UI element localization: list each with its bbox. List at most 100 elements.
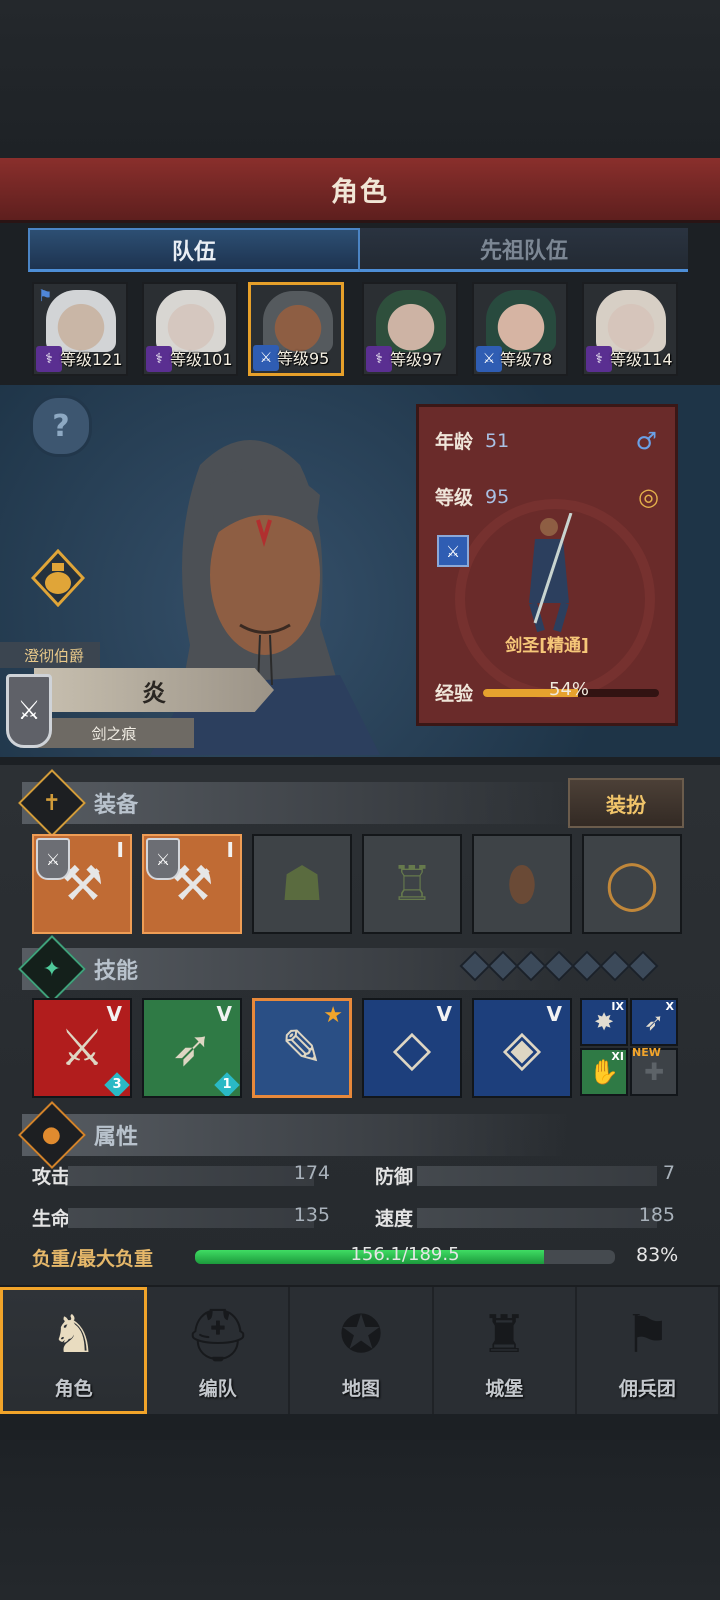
bottom-background [0,1440,720,1600]
skill-tier: V [106,1002,122,1026]
attack-value: 174 [293,1162,330,1184]
ring-icon[interactable]: ◎ [638,483,659,511]
star-icon: ★ [323,1003,343,1028]
skill-tier: X [665,1000,674,1013]
hp-label: 生命 [32,1208,71,1230]
staff-icon: ⚕ [146,346,172,372]
nav-mercenary[interactable]: ⚑ 佣兵团 [577,1287,720,1414]
leader-flag-icon: ⚑ [38,286,53,305]
armor-icon: ♖ [390,856,434,912]
equipment-slot-6[interactable]: ◯ [582,834,682,934]
potion-button[interactable] [28,548,88,608]
skill-point-diamond [571,950,603,982]
member-level: 等级121 [60,350,123,369]
tab-team[interactable]: 队伍 [28,228,360,272]
skill-charge-count: 3 [112,1077,122,1092]
speed-track [417,1208,657,1228]
member-portrait [376,290,446,352]
ring-icon: ◯ [605,856,659,912]
helmet-icon: ⛑ [184,1305,251,1366]
party-roster: ⚑ ⚕ 等级121 ⚕ 等级101 ⚔ 等级95 ⚕ 等级97 ⚔ 等级78 ⚕ 等级114 [32,282,692,378]
bottom-nav: ♞ 角色 ⛑ 编队 ✪ 地图 ♜ 城堡 ⚑ 佣兵团 [0,1285,720,1414]
noble-title: 澄彻伯爵 [0,642,100,668]
question-icon: ? [52,408,70,444]
equipment-slot-2[interactable]: ⚒ ⚔ I [142,834,242,934]
attributes-header: ● 属性 [18,1101,572,1169]
tab-ancestor-team[interactable]: 先祖队伍 [360,228,688,272]
equipment-slot-4[interactable]: ♖ [362,834,462,934]
header-bar: 角色 [0,158,720,223]
knight-icon: ♞ [50,1305,97,1365]
class-name: 剑圣[精通] [505,636,589,656]
party-member-4[interactable]: ⚕ 等级97 [362,282,458,376]
defense-value: 7 [662,1162,675,1184]
member-level: 等级114 [610,350,673,369]
load-percent: 83% [636,1244,679,1266]
class-shield-icon: ⚔ [146,838,180,880]
party-member-5[interactable]: ⚔ 等级78 [472,282,568,376]
load-value: 156.1/189.5 [350,1244,460,1265]
class-shield-icon: ⚔ [36,838,70,880]
potion-icon [31,549,85,607]
member-portrait [156,290,226,352]
attributes-title: 属性 [94,1125,139,1150]
nav-castle[interactable]: ♜ 城堡 [434,1287,577,1414]
equipment-slot-1[interactable]: ⚒ ⚔ I [32,834,132,934]
nav-label: 角色 [54,1378,93,1400]
nav-label: 佣兵团 [618,1378,676,1400]
nav-map[interactable]: ✪ 地图 [290,1287,434,1414]
dress-up-button[interactable]: 装扮 [568,778,684,828]
speed-value: 185 [638,1204,675,1226]
equipment-slot-3[interactable]: ☗ [252,834,352,934]
equipment-title: 装备 [94,793,139,818]
skill-point-diamond [543,950,575,982]
skill-charge-count: 1 [222,1077,232,1092]
nav-character[interactable]: ♞ 角色 [0,1287,148,1414]
skill-point-diamond [599,950,631,982]
age-row: 年龄 51 [435,427,509,454]
member-level: 等级95 [277,349,330,368]
hp-value: 135 [293,1204,330,1226]
skill-tier: IX [611,1000,624,1013]
party-member-6[interactable]: ⚕ 等级114 [582,282,678,376]
top-background [0,0,720,158]
member-level: 等级78 [500,350,553,369]
party-member-2[interactable]: ⚕ 等级101 [142,282,238,376]
skill-tier: XI [611,1050,624,1063]
age-value: 51 [485,429,510,452]
sword-icon: ⚔ [476,346,502,372]
skills-title: 技能 [94,959,139,984]
member-level: 等级97 [390,350,443,369]
new-tag: NEW [632,1046,661,1059]
skill-slot-2[interactable]: ➶ V 1 [142,998,242,1098]
staff-icon: ⚕ [586,346,612,372]
skill-tier: V [546,1002,562,1026]
help-button[interactable]: ? [30,395,92,457]
skill-slot-1[interactable]: ⚔ V 3 [32,998,132,1098]
small-skill-slot-3[interactable]: ✋ XI [580,1048,628,1096]
member-portrait [263,291,333,353]
nav-formation[interactable]: ⛑ 编队 [147,1287,291,1414]
skill-charge-badge: 1 [214,1072,240,1096]
small-skill-slot-2[interactable]: ➶ X [630,998,678,1046]
skill-tier: V [436,1002,452,1026]
level-value: 95 [485,485,510,508]
exp-label: 经验 [435,683,474,705]
party-member-3[interactable]: ⚔ 等级95 [248,282,344,376]
small-skill-slot-1[interactable]: ✸ IX [580,998,628,1046]
nav-label: 城堡 [485,1378,524,1400]
class-figure [529,513,573,633]
skill-point-indicators [459,950,659,982]
skill-slot-3[interactable]: ✎ ★ [252,998,352,1098]
team-tabs: 队伍 先祖队伍 [28,228,688,272]
exp-percent: 54% [549,679,590,700]
equipment-header: ✝ 装备 [18,769,572,837]
party-member-1[interactable]: ⚑ ⚕ 等级121 [32,282,128,376]
equipment-slot-5[interactable]: ⬮ [472,834,572,934]
skill-slot-4[interactable]: ◇ V [362,998,462,1098]
hp-track [68,1208,314,1228]
compass-map-icon: ✪ [339,1305,383,1365]
skill-point-diamond [459,950,491,982]
staff-icon: ⚕ [366,346,392,372]
skill-slot-5[interactable]: ◈ V [472,998,572,1098]
